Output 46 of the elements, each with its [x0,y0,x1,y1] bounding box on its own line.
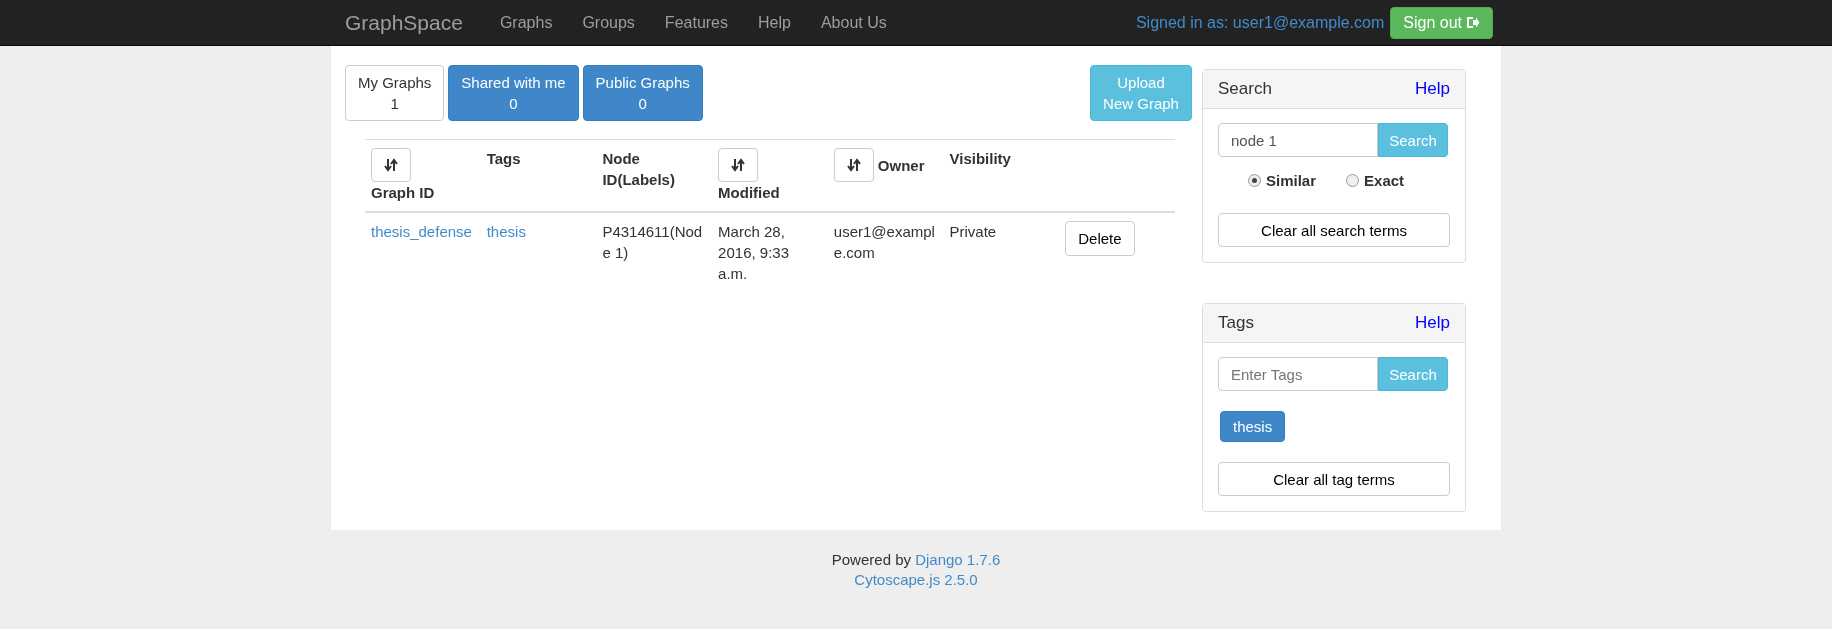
tags-field[interactable]: Enter Tags [1218,357,1378,391]
django-link[interactable]: Django 1.7.6 [915,551,1001,568]
tag-link[interactable]: thesis [486,223,526,240]
nav-link[interactable]: About Us [805,13,902,32]
column-label: Node ID(Labels) [602,149,676,190]
clear-search-button[interactable]: Clear all search terms [1218,213,1450,247]
footer-text: Powered by [831,551,911,568]
delete-button[interactable]: Delete [1065,221,1135,256]
panel-title: Tags [1218,313,1254,333]
help-link[interactable]: Help [1415,79,1450,99]
graph-link[interactable]: thesis_defense [371,223,472,240]
table-cell: P4314611(Node 1) [602,223,703,261]
clear-tags-button[interactable]: Clear all tag terms [1218,462,1450,496]
graph-tab[interactable]: My Graphs 1 [345,65,445,121]
table-cell: March 28, 2016, 9:33 a.m. [718,223,789,282]
radio-label: Exact [1364,171,1405,189]
column-label: Owner [877,155,925,176]
sort-icon [384,158,398,172]
brand-link[interactable]: GraphSpace [331,10,485,35]
nav-link[interactable]: Groups [567,13,650,32]
graph-tab[interactable]: Public Graphs 0 [582,65,703,121]
panel-title: Search [1218,79,1272,99]
cytoscape-link[interactable]: Cytoscape.js 2.5.0 [854,570,978,588]
radio-label: Similar [1266,171,1317,189]
sort-button[interactable] [833,148,874,182]
nav-link[interactable]: Help [743,13,806,32]
table-cell: Private [949,223,997,240]
sort-button[interactable] [371,148,411,182]
column-label: Modified [718,183,780,203]
help-link[interactable]: Help [1415,313,1450,333]
sign-out-icon [1466,16,1480,29]
sort-icon [846,158,861,172]
radio-button[interactable] [1248,173,1261,187]
column-label: Tags [486,149,521,169]
signed-in-text: Signed in as: user1@example.com [1135,13,1385,32]
nav-link[interactable]: Features [649,13,743,32]
graph-tab[interactable]: Shared with me 0 [448,65,579,121]
radio-button[interactable] [1346,173,1360,187]
sort-button[interactable] [718,148,759,182]
tag-button[interactable]: thesis [1220,411,1286,442]
sort-icon [731,158,746,172]
nav-link[interactable]: Graphs [484,13,568,32]
column-label: Visibility [949,149,1011,169]
column-label: Graph ID [371,183,435,203]
search-field[interactable]: node 1 [1218,123,1378,157]
table-cell: user1@example.com [833,223,935,261]
